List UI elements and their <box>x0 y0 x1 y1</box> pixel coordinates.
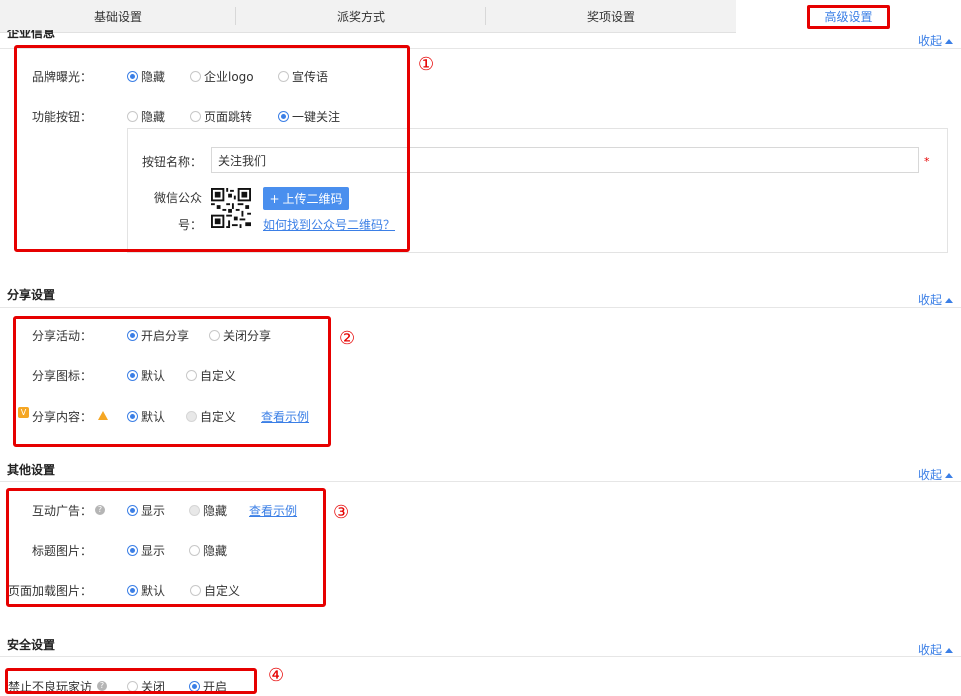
tab-label: 高级设置 <box>807 4 890 29</box>
tab-advanced-settings[interactable]: 高级设置 <box>736 0 961 33</box>
tab-label: 派奖方式 <box>336 9 385 24</box>
collapse-label: 收起 <box>918 468 943 482</box>
tab-bar: 基础设置 派奖方式 奖项设置 高级设置 <box>0 0 961 34</box>
tab-basic-settings[interactable]: 基础设置 <box>0 0 236 33</box>
caret-up-icon <box>945 648 954 653</box>
annotation-box-1 <box>14 45 410 252</box>
section-title-security: 安全设置 <box>7 638 56 652</box>
collapse-label: 收起 <box>918 34 943 48</box>
tab-label: 奖项设置 <box>586 9 635 24</box>
collapse-label: 收起 <box>918 643 943 657</box>
collapse-label: 收起 <box>918 293 943 307</box>
annotation-box-3 <box>6 488 326 607</box>
annotation-number-3: ③ <box>333 502 350 523</box>
collapse-share-button[interactable]: 收起 <box>918 291 954 308</box>
required-mark: * <box>924 155 930 168</box>
divider <box>0 656 961 657</box>
annotation-number-4: ④ <box>268 665 285 686</box>
collapse-security-button[interactable]: 收起 <box>918 641 954 658</box>
collapse-enterprise-button[interactable]: 收起 <box>918 32 954 49</box>
tab-award-method[interactable]: 派奖方式 <box>236 0 486 33</box>
divider <box>0 307 961 308</box>
section-title-other: 其他设置 <box>7 463 56 477</box>
caret-up-icon <box>945 298 954 303</box>
caret-up-icon <box>945 473 954 478</box>
tab-label: 基础设置 <box>93 9 142 24</box>
tab-prize-settings[interactable]: 奖项设置 <box>486 0 736 33</box>
section-title-enterprise: 企业信息 <box>7 30 56 40</box>
collapse-other-button[interactable]: 收起 <box>918 466 954 483</box>
annotation-box-4 <box>5 668 257 694</box>
annotation-number-1: ① <box>418 54 435 75</box>
annotation-box-2 <box>13 316 331 447</box>
caret-up-icon <box>945 39 954 44</box>
section-title-share: 分享设置 <box>7 288 56 302</box>
annotation-number-2: ② <box>339 328 356 349</box>
divider <box>0 481 961 482</box>
